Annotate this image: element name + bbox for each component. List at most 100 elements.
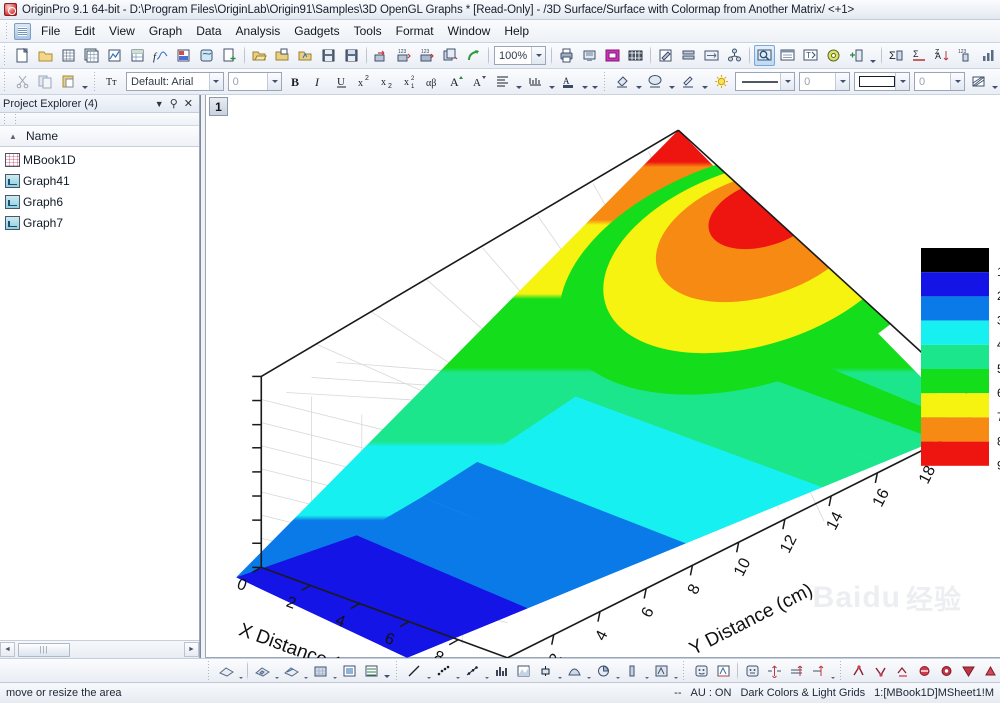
- menu-item-data[interactable]: Data: [189, 22, 228, 40]
- plot-setup-icon[interactable]: [978, 45, 999, 66]
- bubble-plot-icon[interactable]: [622, 661, 642, 681]
- line-color-icon[interactable]: [678, 71, 699, 92]
- 3d-waterfall-icon[interactable]: [281, 661, 301, 681]
- open-template-icon[interactable]: [295, 45, 316, 66]
- bold-button[interactable]: B: [285, 71, 306, 92]
- copy-icon[interactable]: [35, 71, 56, 92]
- pattern-icon[interactable]: [645, 71, 666, 92]
- normalize-icon[interactable]: 123: [955, 45, 976, 66]
- 3d-ternary-dropdown[interactable]: [331, 661, 338, 681]
- box-chart-icon[interactable]: [535, 661, 555, 681]
- hatch-pattern-icon[interactable]: [968, 71, 989, 92]
- font-color-icon[interactable]: A: [558, 71, 579, 92]
- pie-chart-dropdown[interactable]: [614, 661, 621, 681]
- new-excel-icon[interactable]: [127, 45, 148, 66]
- toolbar-grip[interactable]: [206, 660, 213, 681]
- font-color-dropdown-button[interactable]: [580, 71, 590, 92]
- chevron-down-icon[interactable]: [208, 73, 223, 90]
- project-explorer-column-header[interactable]: ▲ Name: [0, 126, 199, 147]
- scatter-plot-dropdown[interactable]: [454, 661, 461, 681]
- movie-icon[interactable]: [625, 45, 646, 66]
- import-multiple-ascii-icon[interactable]: 123: [417, 45, 438, 66]
- graph-window[interactable]: 1 0 2 4 6 8 X Distance (cm) 4 6 8 10 12 …: [205, 95, 1000, 658]
- box-chart-dropdown[interactable]: [556, 661, 563, 681]
- unmask-points-icon[interactable]: [870, 661, 890, 681]
- new-function-plot-icon[interactable]: f: [150, 45, 171, 66]
- swap-mask-icon[interactable]: [892, 661, 912, 681]
- toolbar-grip[interactable]: [2, 114, 9, 124]
- scroll-right-arrow-icon[interactable]: ►: [184, 642, 199, 657]
- new-matrix-icon[interactable]: [81, 45, 102, 66]
- save-project-icon[interactable]: [318, 45, 339, 66]
- line-plot-dropdown[interactable]: [425, 661, 432, 681]
- axis-scale-dropdown-button[interactable]: [547, 71, 557, 92]
- hide-mask-icon[interactable]: [914, 661, 934, 681]
- italic-button[interactable]: I: [308, 71, 329, 92]
- hierarchy-icon[interactable]: [724, 45, 745, 66]
- open-project-icon[interactable]: [249, 45, 270, 66]
- superscript-button[interactable]: x2: [354, 71, 375, 92]
- scroll-left-arrow-icon[interactable]: ◄: [0, 642, 15, 657]
- list-item[interactable]: MBook1D: [0, 149, 199, 170]
- align-text-icon[interactable]: [492, 71, 513, 92]
- duplicate-icon[interactable]: [440, 45, 461, 66]
- chevron-down-icon[interactable]: [267, 73, 282, 90]
- 3d-surface-icon[interactable]: [216, 661, 236, 681]
- scrollbar-track[interactable]: [70, 642, 184, 657]
- import-single-ascii-icon[interactable]: 123: [394, 45, 415, 66]
- greek-button[interactable]: αβ: [423, 71, 444, 92]
- window-system-icon[interactable]: [14, 22, 31, 40]
- sort-ascending-icon[interactable]: ▲: [0, 132, 26, 141]
- copy-page-icon[interactable]: [602, 45, 623, 66]
- format-overflow-button[interactable]: [590, 71, 600, 92]
- data-reader-icon[interactable]: [691, 661, 711, 681]
- hill-plot-dropdown[interactable]: [585, 661, 592, 681]
- line-symbol-dropdown[interactable]: [483, 661, 490, 681]
- results-log-icon[interactable]: [777, 45, 798, 66]
- toolbar-grip[interactable]: [838, 660, 845, 681]
- cut-icon[interactable]: [12, 71, 33, 92]
- font-style-icon[interactable]: Tт: [102, 71, 123, 92]
- color-scale-legend[interactable]: 1.000 2.000 3.000 4.000 5.000 6.000 7.00…: [911, 240, 1000, 490]
- toolbar-grip[interactable]: [92, 71, 99, 92]
- mask-range-icon[interactable]: [936, 661, 956, 681]
- increase-font-button[interactable]: A: [446, 71, 467, 92]
- fill-color-icon[interactable]: [612, 71, 633, 92]
- vertical-cursor-icon[interactable]: [764, 661, 784, 681]
- new-notes-icon[interactable]: [196, 45, 217, 66]
- 3d-ternary-icon[interactable]: [310, 661, 330, 681]
- fill-color-dropdown-button[interactable]: [634, 71, 644, 92]
- hatch-dropdown-button[interactable]: [990, 71, 1000, 92]
- sort-worksheet-icon[interactable]: AZ: [932, 45, 953, 66]
- data-selector-icon[interactable]: [713, 661, 733, 681]
- toolbar-grip[interactable]: [13, 114, 20, 124]
- refresh-icon[interactable]: [463, 45, 484, 66]
- save-template-icon[interactable]: [341, 45, 362, 66]
- 3d-bar-icon[interactable]: [252, 661, 272, 681]
- 3d-waterfall-dropdown[interactable]: [302, 661, 309, 681]
- list-item[interactable]: Graph6: [0, 191, 199, 212]
- line-symbol-plot-icon[interactable]: [462, 661, 482, 681]
- paste-icon[interactable]: [58, 71, 79, 92]
- open-excel-icon[interactable]: [272, 45, 293, 66]
- close-icon[interactable]: ✕: [184, 97, 193, 110]
- chevron-down-icon[interactable]: [835, 73, 850, 90]
- project-explorer-hscrollbar[interactable]: ◄ ||| ►: [0, 640, 199, 658]
- polar-plot-dropdown[interactable]: [672, 661, 679, 681]
- scatter-plot-icon[interactable]: [433, 661, 453, 681]
- toolbar-grip[interactable]: [681, 660, 688, 681]
- bubble-plot-dropdown[interactable]: [643, 661, 650, 681]
- image-plot-icon[interactable]: [339, 661, 359, 681]
- polar-plot-icon[interactable]: [651, 661, 671, 681]
- menu-item-tools[interactable]: Tools: [347, 22, 389, 40]
- code-builder-icon[interactable]: [823, 45, 844, 66]
- axis-scale-icon[interactable]: [525, 71, 546, 92]
- enable-mask-icon[interactable]: [958, 661, 978, 681]
- chevron-down-icon[interactable]: [531, 47, 545, 64]
- draw-data-icon[interactable]: [808, 661, 828, 681]
- status-segment-source[interactable]: 1:[MBook1D]MSheet1!M: [874, 687, 994, 699]
- toolbar-grip[interactable]: [2, 45, 9, 66]
- new-project-icon[interactable]: [12, 45, 33, 66]
- lighting-icon[interactable]: [711, 71, 732, 92]
- hill-plot-icon[interactable]: [564, 661, 584, 681]
